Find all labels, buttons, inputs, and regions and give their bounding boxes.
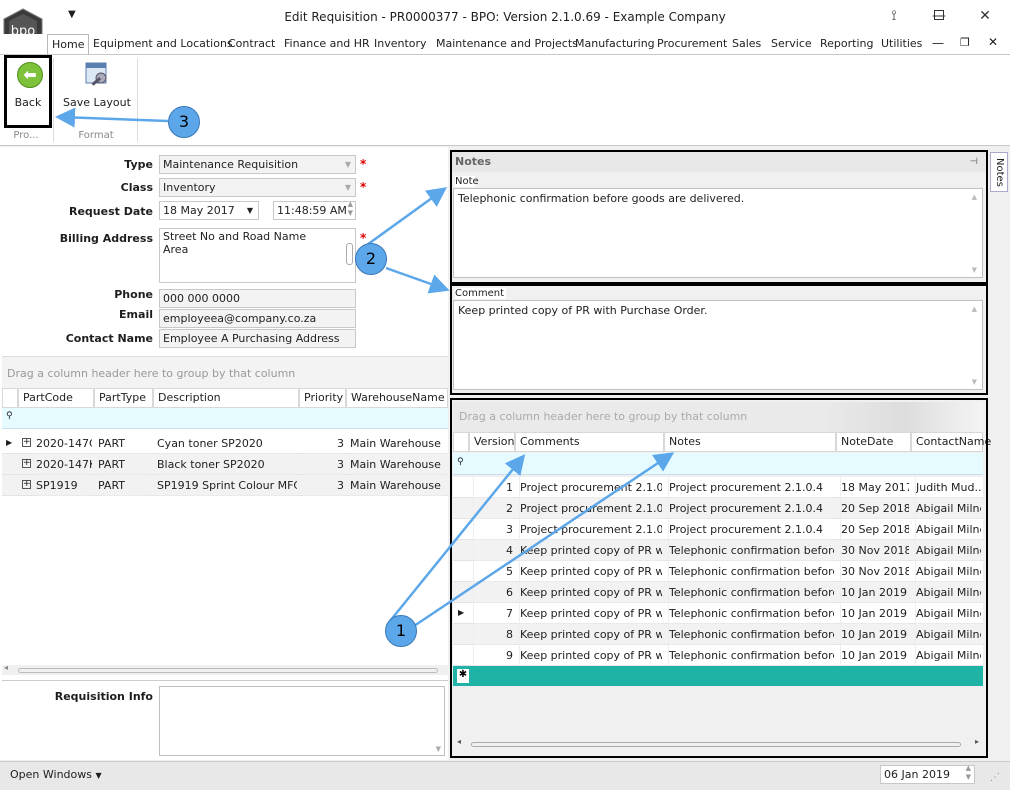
status-date-input[interactable]: 06 Jan 2019 ▲ ▼	[880, 765, 975, 784]
callout-marker-3: 3	[168, 106, 200, 138]
chevron-down-icon: ▼	[95, 771, 102, 780]
open-windows-button[interactable]: Open Windows ▼	[10, 768, 102, 781]
status-bar	[0, 761, 1010, 790]
spin-icon[interactable]: ▲ ▼	[966, 766, 971, 782]
open-windows-label: Open Windows	[10, 768, 92, 781]
status-date-value: 06 Jan 2019	[884, 768, 950, 781]
callout-marker-1: 1	[385, 615, 417, 647]
resize-grip-icon[interactable]: ⋰	[990, 772, 1000, 783]
callout-marker-2: 2	[355, 243, 387, 275]
annotation-arrows	[55, 107, 675, 628]
